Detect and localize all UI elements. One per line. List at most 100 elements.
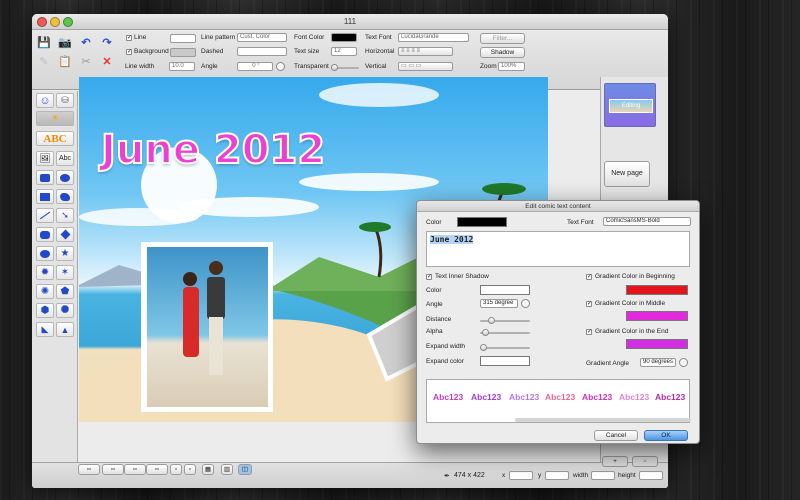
gradient-middle-checkbox[interactable]: ✓ xyxy=(586,301,592,307)
seal-icon[interactable]: ✺ xyxy=(36,284,54,299)
add-page-button[interactable]: + xyxy=(602,456,628,467)
delete-icon[interactable]: ✕ xyxy=(98,53,116,69)
text-content[interactable]: June 2012 xyxy=(430,235,474,244)
arrow-tool-icon[interactable]: ➘ xyxy=(56,208,74,223)
rectangle-icon[interactable] xyxy=(36,189,54,204)
inner-shadow-checkbox[interactable]: ✓ xyxy=(426,274,432,280)
abc-big-tool[interactable]: ABC xyxy=(36,131,74,146)
preview-area: Abc123 Abc123 Abc123 Abc123 Abc123 Abc12… xyxy=(426,379,691,423)
expand-width-slider[interactable] xyxy=(480,344,530,351)
inner-shadow-label: Text Inner Shadow xyxy=(435,273,489,280)
line-width-field[interactable]: 10.0 xyxy=(169,62,195,71)
six-star-icon[interactable]: ✶ xyxy=(56,265,74,280)
font-color-well[interactable] xyxy=(331,33,357,42)
hexagon-icon[interactable]: ⬢ xyxy=(36,303,54,318)
alpha-slider[interactable] xyxy=(480,329,530,336)
text-font-select[interactable]: LucidaGrande xyxy=(398,33,469,42)
abc-small-tool[interactable]: Abc xyxy=(56,151,74,166)
y-field[interactable] xyxy=(545,471,569,480)
line-pattern-select[interactable]: Cust. Color xyxy=(237,33,287,42)
remove-page-button[interactable]: × xyxy=(632,456,658,467)
speech-bubble-icon[interactable] xyxy=(36,170,54,185)
new-page-button[interactable]: New page xyxy=(604,161,650,187)
angle-dial[interactable] xyxy=(521,299,530,308)
camera-icon[interactable]: 📷 xyxy=(56,34,74,50)
cut-icon[interactable]: ✂ xyxy=(77,53,95,69)
zoom-icon[interactable] xyxy=(63,17,73,27)
gradient-begin-well[interactable] xyxy=(626,285,688,295)
status-tool-1[interactable]: ▫▫ xyxy=(78,464,100,475)
width-field[interactable] xyxy=(591,471,615,480)
background-color-well[interactable] xyxy=(170,48,196,57)
shadow-color-well[interactable] xyxy=(480,285,530,295)
transparent-slider[interactable] xyxy=(331,64,359,71)
minimize-icon[interactable] xyxy=(50,17,60,27)
gradient-end-well[interactable] xyxy=(626,339,688,349)
preview-scrollbar[interactable] xyxy=(515,418,691,422)
title-bar[interactable]: 111 xyxy=(32,14,668,30)
status-tool-6[interactable]: ▫ xyxy=(184,464,196,475)
cloud-bubble-icon[interactable] xyxy=(56,189,74,204)
line-tool-icon[interactable] xyxy=(36,208,54,223)
ok-button[interactable]: OK xyxy=(644,430,688,441)
height-field[interactable] xyxy=(639,471,663,480)
paste-icon[interactable]: 📋 xyxy=(56,53,74,69)
close-icon[interactable] xyxy=(37,17,47,27)
undo-icon[interactable]: ↶ xyxy=(77,34,95,50)
save-icon[interactable]: 💾 xyxy=(35,34,53,50)
pentagon-icon[interactable]: ⬟ xyxy=(56,284,74,299)
horizontal-align-segment[interactable]: ≡ ≡ ≡ ≡ xyxy=(398,47,453,56)
preview-sample: Abc123 xyxy=(509,392,540,402)
line-checkbox[interactable]: ✓ xyxy=(126,35,132,41)
cylinder-tool-icon[interactable]: ⛁ xyxy=(56,93,74,108)
triangle-icon[interactable]: ▲ xyxy=(56,322,74,337)
text-size-select[interactable]: 12 xyxy=(331,47,357,56)
zoom-select[interactable]: 100% xyxy=(498,62,525,71)
status-tool-2[interactable]: ▫▫ xyxy=(102,464,124,475)
text-editor[interactable]: June 2012 xyxy=(426,231,690,267)
image-tool-icon[interactable]: 🖼 xyxy=(36,151,54,166)
filter-button[interactable]: Filter... xyxy=(480,33,525,44)
x-field[interactable] xyxy=(509,471,533,480)
page-thumbnail[interactable]: Editing xyxy=(604,83,656,127)
burst-icon[interactable]: ✹ xyxy=(36,265,54,280)
status-tool-3[interactable]: ▫▫ xyxy=(124,464,146,475)
angle-dial[interactable] xyxy=(276,62,285,71)
star-icon[interactable]: ★ xyxy=(56,246,74,261)
gradient-angle-label: Gradient Angle xyxy=(586,360,630,367)
ellipse-icon[interactable] xyxy=(36,246,54,261)
sun-tool-icon[interactable]: ☀ xyxy=(36,111,74,126)
right-triangle-icon[interactable]: ◣ xyxy=(36,322,54,337)
dashed-label: Dashed xyxy=(201,48,224,55)
expand-color-well[interactable] xyxy=(480,356,530,366)
gradient-middle-well[interactable] xyxy=(626,311,688,321)
angle-field[interactable]: 0 ° xyxy=(237,62,273,71)
rounded-rect-icon[interactable] xyxy=(36,227,54,242)
text-font-select[interactable]: ComicSansMS-Bold xyxy=(603,217,691,226)
shadow-button[interactable]: Shadow xyxy=(480,47,525,58)
grid-icon[interactable]: ▦ xyxy=(202,464,214,475)
smiley-tool-icon[interactable]: ☺ xyxy=(36,93,54,108)
redo-icon[interactable]: ↷ xyxy=(98,34,116,50)
gradient-end-checkbox[interactable]: ✓ xyxy=(586,329,592,335)
vertical-align-segment[interactable]: ▭ ▭ ▭ xyxy=(398,62,453,71)
line-color-well[interactable] xyxy=(170,34,196,43)
erase-icon[interactable]: ✎ xyxy=(35,53,53,69)
cancel-button[interactable]: Cancel xyxy=(594,430,638,441)
angle-field[interactable]: 315 degree xyxy=(480,299,518,308)
layout-icon[interactable]: ▥ xyxy=(221,464,233,475)
gradient-angle-field[interactable]: 90 degrees xyxy=(640,358,676,367)
background-checkbox[interactable]: ✓ xyxy=(126,49,132,55)
oval-bubble-icon[interactable] xyxy=(56,170,74,185)
status-tool-5[interactable]: ▫ xyxy=(170,464,182,475)
headline-text[interactable]: June 2012 xyxy=(100,126,326,174)
dashed-select[interactable] xyxy=(237,47,287,56)
text-color-well[interactable] xyxy=(457,217,507,227)
diamond-icon[interactable] xyxy=(56,227,74,242)
gradient-angle-dial[interactable] xyxy=(679,358,688,367)
layers-icon[interactable]: ◫ xyxy=(238,464,252,475)
distance-slider[interactable] xyxy=(480,317,530,324)
status-tool-4[interactable]: ▫▫ xyxy=(146,464,168,475)
octagon-icon[interactable]: ⯃ xyxy=(56,303,74,318)
gradient-begin-checkbox[interactable]: ✓ xyxy=(586,274,592,280)
